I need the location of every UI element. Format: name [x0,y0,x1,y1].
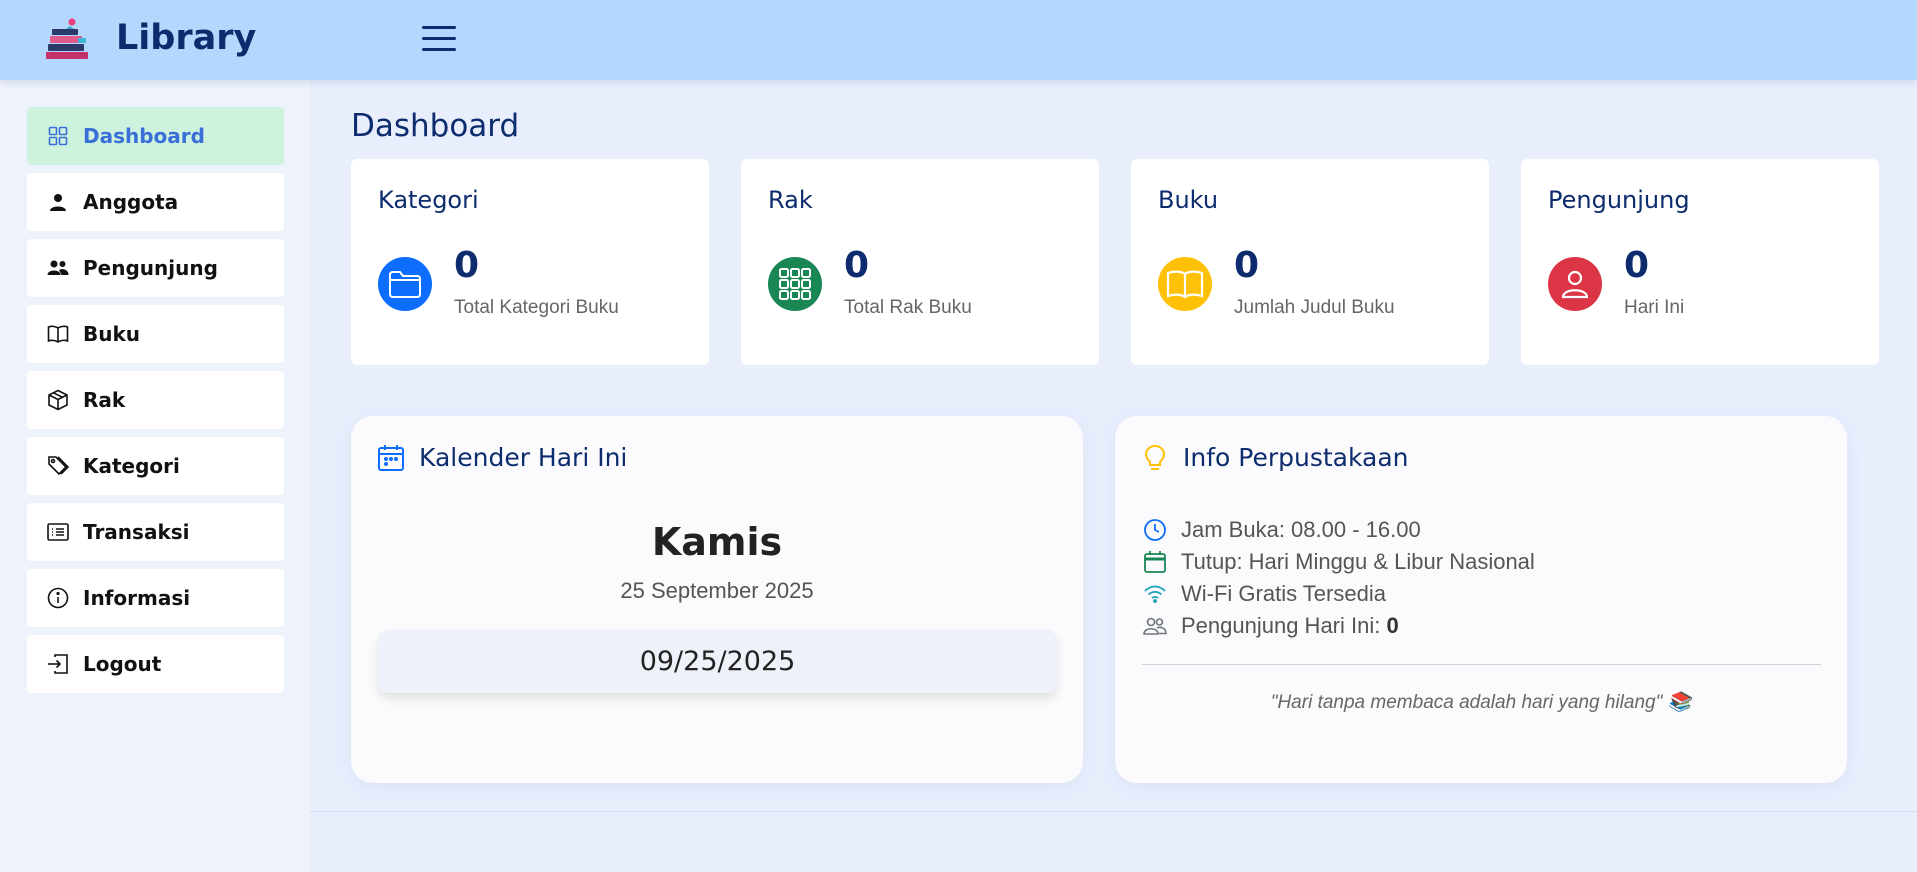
card-value: 0 [1234,245,1260,286]
sidebar: Dashboard Anggota Pengunjung Buku Rak Ka… [0,80,310,872]
date-long: 25 September 2025 [620,578,814,603]
sidebar-item-label: Pengunjung [83,256,218,280]
sidebar-item-pengunjung[interactable]: Pengunjung [27,239,284,297]
sidebar-item-anggota[interactable]: Anggota [27,173,284,231]
card-value: 0 [454,245,480,286]
person-icon [47,191,69,213]
tags-icon [47,455,69,477]
sidebar-item-transaksi[interactable]: Transaksi [27,503,284,561]
sidebar-item-label: Dashboard [83,124,205,148]
info-row-pengunjung: Pengunjung Hari Ini: 0 [1141,611,1399,641]
clock-icon [1141,516,1169,544]
info-row-tutup: Tutup: Hari Minggu & Libur Nasional [1141,547,1535,577]
stat-card-buku: Buku 0 Jumlah Judul Buku [1131,159,1489,365]
info-row-wifi: Wi-Fi Gratis Tersedia [1141,579,1386,609]
library-quote: "Hari tanpa membaca adalah hari yang hil… [1270,692,1692,713]
info-icon [47,587,69,609]
sidebar-item-label: Buku [83,322,141,346]
calendar-icon [1141,548,1169,576]
people-icon [47,257,69,279]
sidebar-item-label: Kategori [83,454,180,478]
day-name: Kamis [651,520,783,564]
visitor-count: 0 [1386,613,1399,638]
card-title: Buku [1158,186,1219,214]
library-logo-icon [46,18,88,59]
sidebar-item-label: Rak [83,388,126,412]
info-row-jam-buka: Jam Buka: 08.00 - 16.00 [1141,515,1421,545]
card-subtitle: Jumlah Judul Buku [1234,297,1395,318]
people-outline-icon [1141,612,1169,640]
box-icon [47,389,69,411]
page-title: Dashboard [351,108,520,144]
stat-card-pengunjung: Pengunjung 0 Hari Ini [1521,159,1879,365]
card-title: Pengunjung [1548,186,1690,214]
sidebar-item-buku[interactable]: Buku [27,305,284,363]
stat-card-kategori: Kategori 0 Total Kategori Buku [351,159,709,365]
calendar-title: Kalender Hari Ini [419,443,628,472]
grid-icon [47,125,69,147]
list-icon [47,521,69,543]
info-text: Jam Buka: 08.00 - 16.00 [1181,517,1421,542]
card-title: Rak [768,186,813,214]
card-value: 0 [844,245,870,286]
sidebar-item-rak[interactable]: Rak [27,371,284,429]
sidebar-item-label: Informasi [83,586,191,610]
card-value: 0 [1624,245,1650,286]
open-book-icon [1158,257,1212,311]
info-title: Info Perpustakaan [1183,443,1409,472]
grid-3x3-icon [768,257,822,311]
sidebar-item-label: Transaksi [83,520,190,544]
book-icon [47,323,69,345]
card-subtitle: Hari Ini [1624,297,1685,318]
folder-icon [378,257,432,311]
brand-title[interactable]: Library [116,18,256,58]
sidebar-item-logout[interactable]: Logout [27,635,284,693]
top-navbar: Library [0,0,1917,80]
date-display[interactable]: 09/25/2025 [378,630,1057,693]
stat-card-rak: Rak 0 Total Rak Buku [741,159,1099,365]
info-text: Pengunjung Hari Ini: 0 [1181,613,1399,638]
info-text: Wi-Fi Gratis Tersedia [1181,581,1386,606]
card-title: Kategori [378,186,479,214]
footer-divider [310,811,1917,812]
person-circle-icon [1548,257,1602,311]
lightbulb-icon [1144,444,1166,470]
card-subtitle: Total Kategori Buku [454,297,619,318]
sidebar-item-dashboard[interactable]: Dashboard [27,107,284,165]
info-divider [1142,664,1821,665]
wifi-icon [1141,580,1169,608]
calendar-panel: Kalender Hari Ini Kamis 25 September 202… [351,416,1083,783]
info-panel: Info Perpustakaan Jam Buka: 08.00 - 16.0… [1115,416,1847,783]
sidebar-item-informasi[interactable]: Informasi [27,569,284,627]
info-text: Tutup: Hari Minggu & Libur Nasional [1181,549,1535,574]
calendar-icon [378,445,404,471]
sidebar-toggle-button[interactable] [422,24,456,54]
sidebar-item-label: Anggota [83,190,179,214]
sidebar-item-kategori[interactable]: Kategori [27,437,284,495]
sidebar-item-label: Logout [83,652,162,676]
logout-icon [47,653,69,675]
card-subtitle: Total Rak Buku [844,297,972,318]
